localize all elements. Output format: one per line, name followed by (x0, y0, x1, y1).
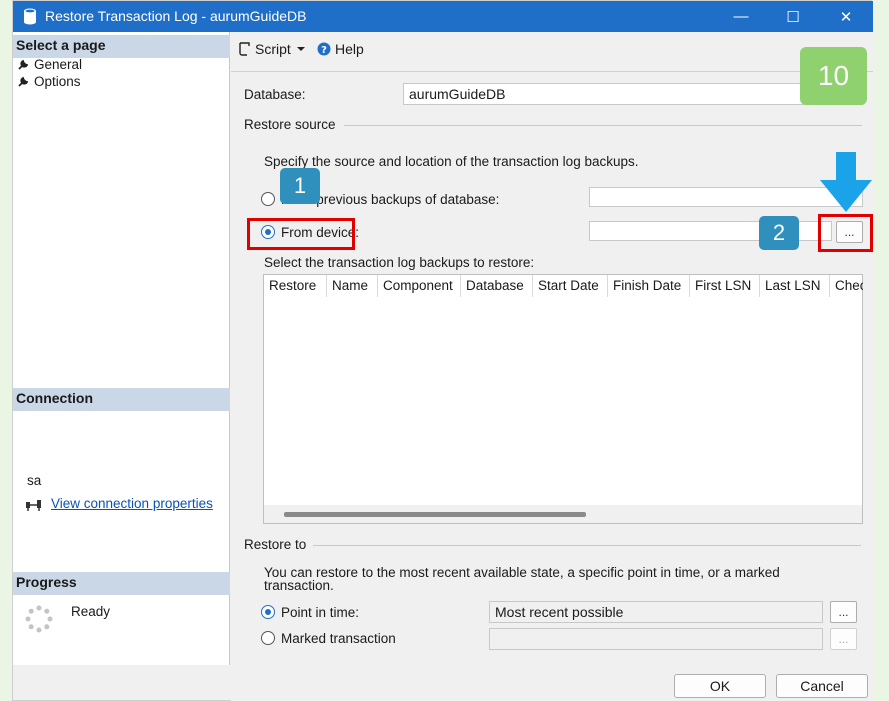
database-label: Database: (244, 87, 306, 102)
database-field[interactable]: aurumGuideDB (403, 83, 863, 105)
column-header[interactable]: Finish Date (608, 275, 690, 297)
marked-transaction-label: Marked transaction (281, 631, 396, 646)
help-icon: ? (317, 42, 331, 56)
minimize-button[interactable]: — (718, 1, 764, 32)
from-previous-radio[interactable] (261, 192, 275, 206)
marked-transaction-browse-button: ... (830, 628, 857, 650)
select-backups-label: Select the transaction log backups to re… (264, 255, 535, 270)
step-1-badge: 1 (280, 168, 320, 204)
select-page-header: Select a page (13, 35, 230, 58)
connection-user: sa (27, 473, 42, 488)
source-instruction: Specify the source and location of the t… (264, 154, 639, 169)
help-label: Help (335, 41, 364, 57)
main-content: Script ? Help Database: aurumGuideDB Res… (231, 32, 873, 701)
cancel-button[interactable]: Cancel (776, 674, 868, 698)
arrow-down-icon (820, 152, 872, 212)
close-button[interactable]: ✕ (823, 1, 869, 32)
restore-source-label: Restore source (244, 117, 336, 132)
highlight-browse-button (818, 214, 873, 252)
page-item-options[interactable]: Options (18, 74, 81, 89)
svg-text:?: ? (321, 45, 327, 56)
dropdown-arrow-icon (296, 47, 305, 51)
restore-source-divider (344, 125, 862, 126)
marked-transaction-field (489, 628, 823, 650)
column-header[interactable]: Database (461, 275, 533, 297)
wrench-icon (18, 59, 29, 70)
horizontal-scrollbar[interactable] (264, 505, 862, 523)
column-header[interactable]: Name (327, 275, 378, 297)
toolbar: Script ? Help (231, 32, 873, 72)
column-header[interactable]: Restore (264, 275, 327, 297)
progress-header: Progress (13, 572, 230, 595)
point-in-time-radio[interactable] (261, 605, 275, 619)
progress-status: Ready (71, 604, 111, 619)
database-icon (24, 8, 36, 25)
wrench-icon (18, 76, 29, 87)
maximize-button[interactable]: ☐ (770, 1, 816, 32)
script-label: Script (255, 41, 291, 57)
restore-to-divider (313, 545, 861, 546)
page-label-options: Options (34, 74, 81, 89)
point-in-time-field: Most recent possible (489, 601, 823, 623)
progress-spinner-icon (25, 605, 53, 633)
ok-button[interactable]: OK (674, 674, 766, 698)
window-title: Restore Transaction Log - aurumGuideDB (45, 8, 307, 24)
backup-sets-grid[interactable]: Restore Name Component Database Start Da… (263, 274, 863, 524)
view-connection-properties-link[interactable]: View connection properties (51, 496, 213, 511)
connection-header: Connection (13, 388, 230, 411)
point-in-time-label: Point in time: (281, 605, 360, 620)
column-header[interactable]: Start Date (533, 275, 608, 297)
column-header[interactable]: First LSN (690, 275, 760, 297)
step-2-badge: 2 (759, 216, 799, 250)
column-header[interactable]: Component (378, 275, 461, 297)
restore-to-instruction: You can restore to the most recent avail… (264, 565, 780, 593)
scrollbar-thumb[interactable] (284, 512, 586, 517)
marked-transaction-radio[interactable] (261, 631, 275, 645)
column-header[interactable]: Last LSN (760, 275, 830, 297)
script-button[interactable]: Script (237, 41, 307, 57)
restore-to-label: Restore to (244, 537, 307, 552)
point-in-time-browse-button[interactable]: ... (830, 601, 857, 623)
column-header[interactable]: Chec (830, 275, 863, 297)
connection-icon (26, 500, 41, 511)
highlight-from-device (247, 218, 355, 250)
page-item-general[interactable]: General (18, 57, 82, 72)
restore-dialog-window: Restore Transaction Log - aurumGuideDB —… (12, 0, 873, 701)
help-button[interactable]: ? Help (317, 41, 364, 57)
title-bar: Restore Transaction Log - aurumGuideDB —… (13, 1, 873, 32)
script-icon (239, 42, 250, 56)
page-number-badge: 10 (800, 47, 867, 105)
page-label-general: General (34, 57, 83, 72)
left-panel: Select a page General Options Connection… (13, 32, 230, 665)
